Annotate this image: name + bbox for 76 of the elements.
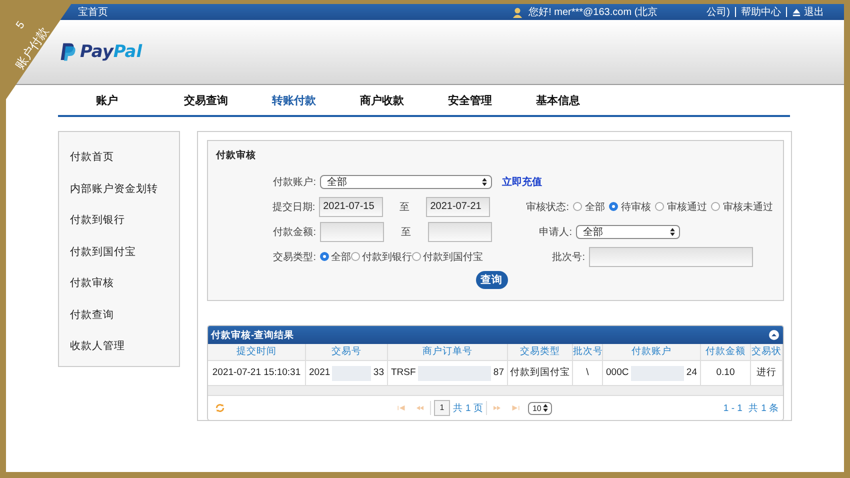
column-header[interactable]: 商户订单号 bbox=[388, 344, 508, 360]
sidebar-item[interactable]: 付款首页 bbox=[70, 142, 179, 174]
sidebar-item[interactable]: 付款到银行 bbox=[70, 205, 179, 236]
user-icon bbox=[512, 6, 523, 18]
radio-option[interactable]: 付款到国付宝 bbox=[412, 250, 483, 264]
recharge-link[interactable]: 立即充值 bbox=[502, 174, 542, 188]
paypal-logo-icon bbox=[60, 41, 76, 63]
field-label: 付款账户: bbox=[272, 176, 316, 188]
results-title: 付款审核-查询结果 bbox=[211, 328, 294, 342]
radio-option[interactable]: 审核未通过 bbox=[711, 200, 773, 214]
nav-tab[interactable]: 账户 bbox=[86, 92, 174, 108]
sidebar-item[interactable]: 付款到国付宝 bbox=[70, 236, 179, 268]
field-label: 提交日期: bbox=[271, 200, 316, 214]
amount-field[interactable] bbox=[428, 222, 492, 242]
search-button[interactable]: 查询 bbox=[476, 271, 508, 289]
table-cell: 2021 33 bbox=[306, 361, 388, 385]
sidebar-item[interactable]: 收款人管理 bbox=[70, 331, 179, 362]
date-field[interactable]: 2021-07-15 bbox=[319, 196, 383, 216]
table-cell: 付款到国付宝 bbox=[508, 361, 573, 385]
range-separator: 至 bbox=[398, 200, 410, 214]
table-cell: 000C 24 bbox=[603, 361, 701, 385]
column-header[interactable]: 提交时间 bbox=[208, 344, 306, 360]
panel-title: 付款审核 bbox=[216, 149, 257, 162]
applicant-select[interactable]: 全部 bbox=[576, 224, 680, 238]
amount-field[interactable] bbox=[320, 222, 384, 242]
nav-tab[interactable]: 交易查询 bbox=[174, 92, 262, 108]
column-header[interactable]: 付款账户 bbox=[603, 344, 701, 360]
logo-text: PayPal bbox=[80, 42, 142, 62]
radio-option[interactable]: 付款到银行 bbox=[351, 250, 412, 264]
updown-arrows-icon bbox=[670, 228, 675, 236]
table-cell: 进行 bbox=[751, 361, 783, 385]
refresh-icon[interactable] bbox=[215, 403, 225, 413]
column-header[interactable]: 交易号 bbox=[306, 344, 388, 360]
banner-number: 5 bbox=[14, 20, 28, 32]
sidebar-item[interactable]: 付款审核 bbox=[70, 268, 179, 300]
radio-option[interactable]: 全部 bbox=[573, 200, 605, 214]
range-separator: 至 bbox=[400, 226, 412, 238]
table-cell: 2021-07-21 15:10:31 bbox=[208, 361, 306, 385]
table-cell: \ bbox=[573, 361, 603, 385]
radio-option[interactable]: 审核通过 bbox=[655, 200, 707, 214]
range-text: 1 - 1 bbox=[723, 402, 742, 414]
sidebar-item[interactable]: 内部账户资金划转 bbox=[70, 174, 179, 205]
column-header[interactable]: 交易类型 bbox=[508, 344, 573, 360]
total-pages-text: 共 1 页 bbox=[452, 402, 484, 414]
radio-option[interactable]: 全部 bbox=[320, 250, 351, 264]
page-size-select[interactable]: 10 bbox=[528, 402, 552, 414]
field-label: 批次号: bbox=[551, 250, 585, 264]
greeting-text-end: 公司) bbox=[706, 6, 730, 19]
logout-link[interactable]: 退出 bbox=[804, 5, 824, 19]
nav-tab[interactable]: 安全管理 bbox=[438, 92, 526, 108]
sidebar-item[interactable]: 付款查询 bbox=[70, 300, 179, 331]
field-label: 付款金额: bbox=[272, 226, 316, 238]
date-field[interactable]: 2021-07-21 bbox=[426, 196, 490, 216]
column-header[interactable]: 付款金额 bbox=[701, 344, 751, 360]
total-count-text: 共 1 条 bbox=[748, 402, 779, 414]
help-link[interactable]: 帮助中心 bbox=[741, 5, 781, 19]
radio-option[interactable]: 待审核 bbox=[609, 200, 651, 214]
page-number-field[interactable]: 1 bbox=[434, 400, 450, 416]
table-cell: 0.10 bbox=[701, 361, 751, 385]
table-cell: TRSF 87 bbox=[388, 361, 508, 385]
nav-tab[interactable]: 转账付款 bbox=[262, 92, 350, 108]
home-link[interactable]: 宝首页 bbox=[78, 5, 108, 19]
greeting-text: 您好! mer***@163.com (北京 bbox=[528, 6, 658, 19]
column-header[interactable]: 交易状 bbox=[751, 344, 783, 360]
scrollbar[interactable] bbox=[208, 386, 783, 396]
nav-tab[interactable]: 商户收款 bbox=[350, 92, 438, 108]
updown-arrows-icon bbox=[543, 404, 548, 412]
nav-tab[interactable]: 基本信息 bbox=[526, 92, 614, 108]
field-label: 申请人: bbox=[538, 226, 572, 238]
field-label: 审核状态: bbox=[525, 200, 569, 214]
account-select[interactable]: 全部 bbox=[320, 174, 492, 188]
updown-arrows-icon bbox=[482, 178, 487, 186]
field-label: 交易类型: bbox=[272, 250, 316, 264]
collapse-icon[interactable] bbox=[769, 330, 779, 340]
batch-field[interactable] bbox=[589, 246, 753, 266]
eject-icon bbox=[792, 8, 801, 16]
